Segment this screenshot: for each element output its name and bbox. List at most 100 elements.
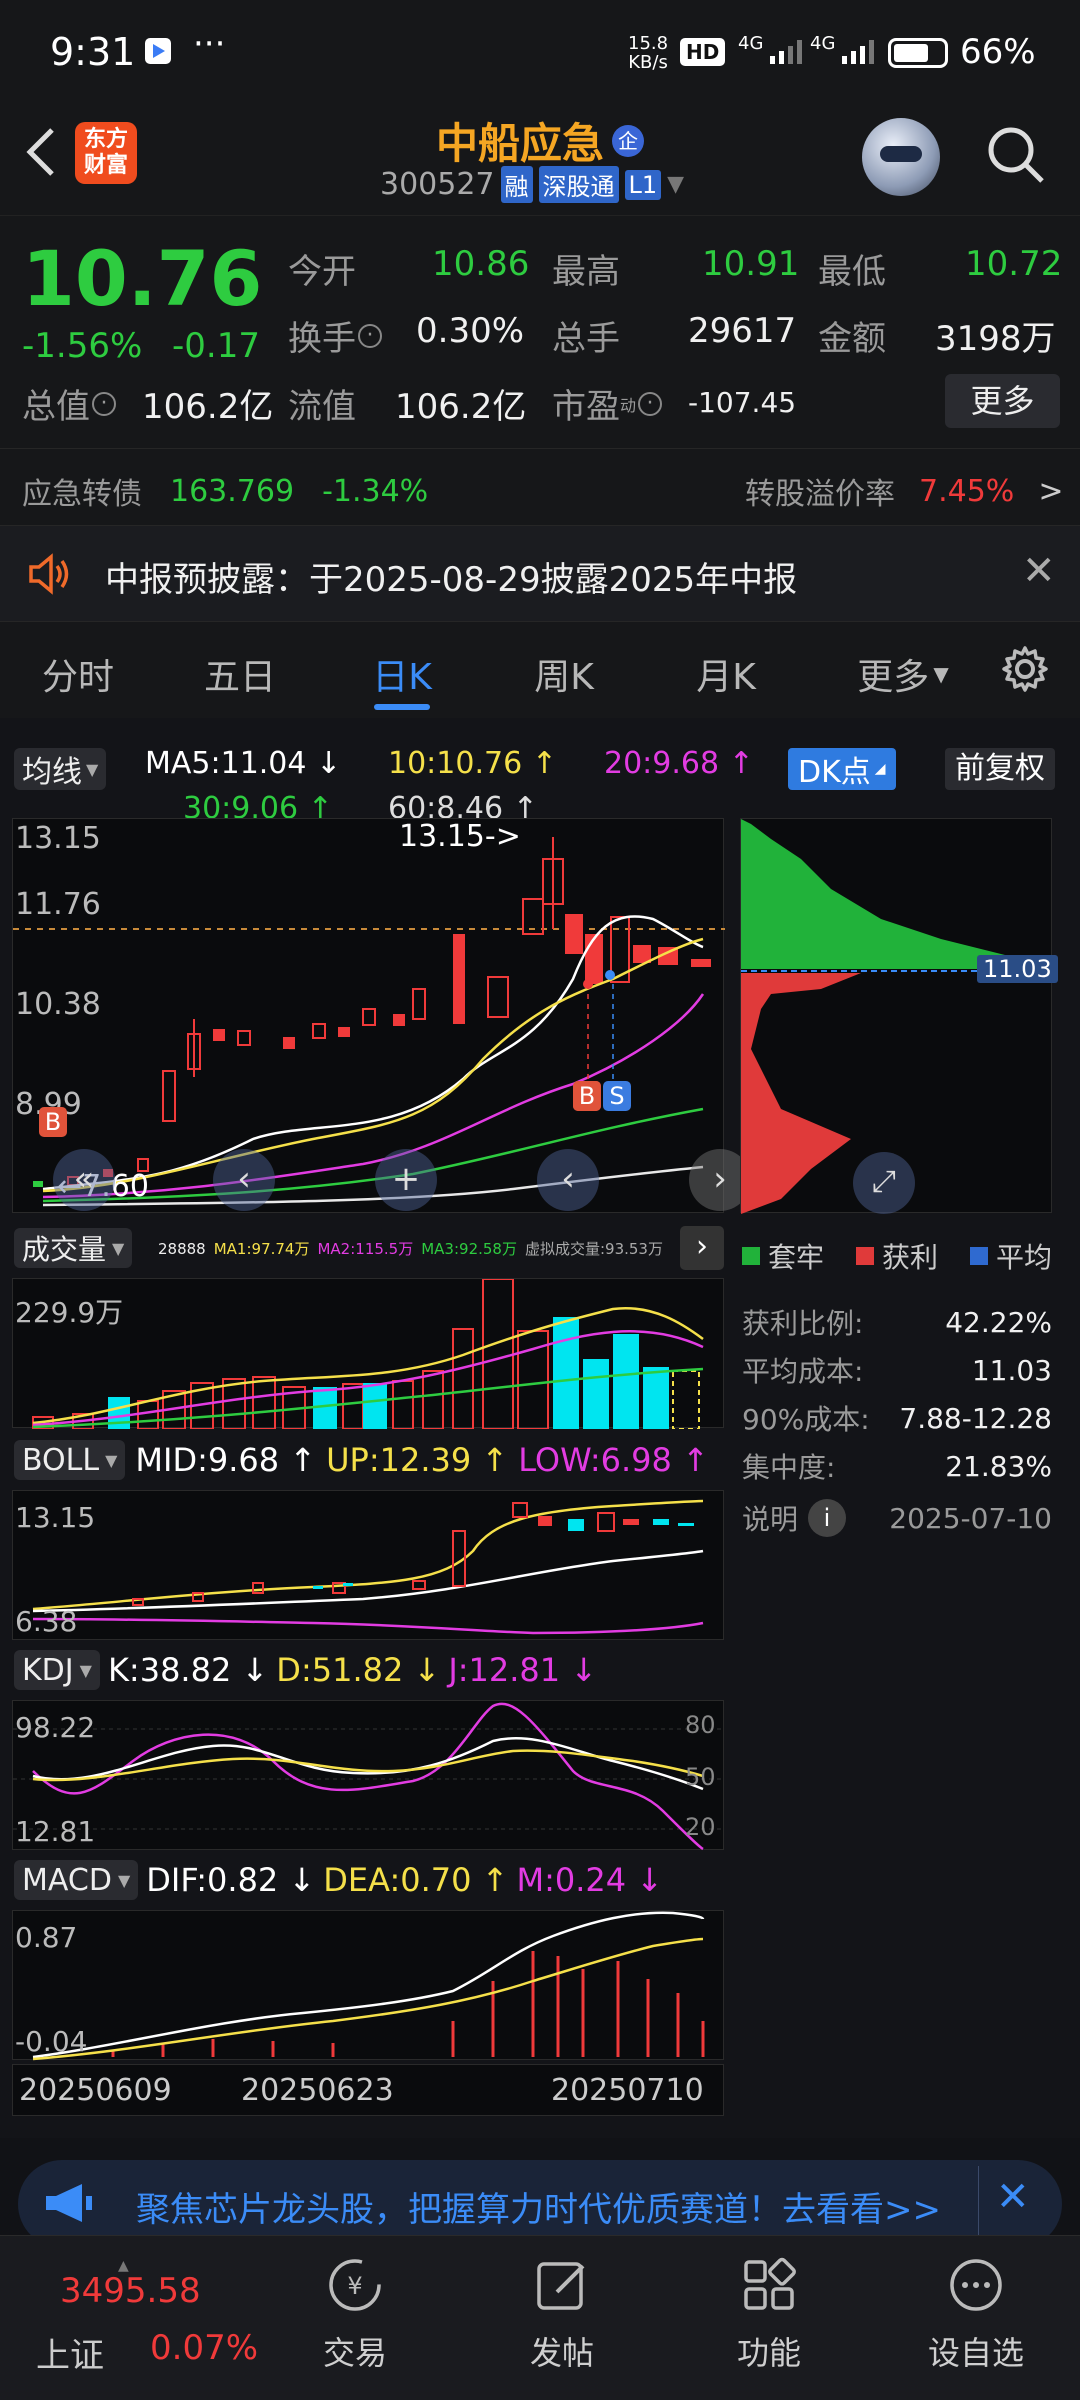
promo-text: 聚焦芯片龙头股，把握算力时代优质赛道！去看看>> (136, 2190, 941, 2230)
pan-left-icon[interactable]: ‹ (213, 1149, 275, 1211)
close-icon[interactable]: ✕ (996, 2174, 1030, 2220)
kdj-legend: KDJ ▼ K:38.82 ↓ D:51.82 ↓ J:12.81 ↓ (14, 1650, 597, 1690)
more-button[interactable]: 更多 (945, 374, 1060, 428)
dropdown-icon[interactable]: ▼ (667, 172, 684, 197)
high-value: 10.91 (702, 244, 800, 284)
signal-bars-icon-2 (842, 40, 874, 64)
chip-distribution[interactable]: 11.03 ⤢ (740, 818, 1058, 1214)
ma5-value: MA5:11.04 ↓ (145, 746, 342, 781)
nav-watchlist[interactable]: 设自选 (901, 2256, 1051, 2374)
status-more-icon: ··· (193, 24, 226, 64)
float-value: 106.2亿 (395, 387, 527, 427)
volume-panel[interactable]: 229.9万 (12, 1278, 724, 1429)
level-tag[interactable]: L1 (624, 169, 662, 200)
nav-post[interactable]: 发帖 (487, 2256, 637, 2374)
robot-avatar-icon[interactable] (862, 118, 940, 196)
tab-daily-k[interactable]: 日K (342, 648, 462, 700)
hd-icon: HD (680, 38, 726, 66)
caret-down-icon: ▼ (86, 759, 99, 779)
chip-note-row[interactable]: 说明 i 2025-07-10 (742, 1498, 1052, 1538)
buy-marker-left[interactable]: B (39, 1107, 67, 1137)
bond-change: -1.34% (322, 473, 429, 509)
stock-title[interactable]: 中船应急 企 (436, 110, 645, 171)
nav-trade[interactable]: ¥ 交易 (280, 2256, 430, 2374)
gear-icon[interactable] (1000, 644, 1050, 698)
kdj-grid-20: 20 (685, 1813, 716, 1841)
connect-tag: 深股通 (538, 166, 619, 203)
tab-five-day[interactable]: 五日 (180, 648, 300, 700)
sell-marker[interactable]: S (603, 1081, 631, 1111)
info-icon: · (358, 323, 382, 348)
y-label-2: 11.76 (15, 887, 101, 922)
brand-logo[interactable]: 东方 财富 (75, 122, 137, 184)
candles (33, 837, 711, 1187)
back-button[interactable] (22, 124, 58, 193)
ma10-value: 10:10.76 ↑ (388, 746, 557, 781)
search-icon[interactable] (985, 124, 1047, 190)
mcap-label[interactable]: 总值 · (22, 379, 116, 428)
stock-tags: 300527 融 深股通 L1 ▼ (380, 166, 684, 203)
tab-monthly-k[interactable]: 月K (666, 648, 786, 700)
last-price: 10.76 (22, 234, 263, 323)
high-pointer: 13.15-> (399, 819, 521, 854)
macd-panel[interactable]: 0.87 -0.04 (12, 1910, 724, 2061)
boll-selector[interactable]: BOLL ▼ (14, 1440, 126, 1480)
caret-icon: ◢ (874, 761, 886, 777)
margin-tag: 融 (500, 166, 533, 203)
boll-legend: BOLL ▼ MID:9.68 ↑ UP:12.39 ↑ LOW:6.98 ↑ (14, 1440, 709, 1480)
expand-right-icon[interactable]: › (680, 1226, 724, 1270)
premium-row[interactable]: 转股溢价率 7.45% > (745, 469, 1063, 513)
chip-stats: 获利比例: 42.22% 平均成本: 11.03 90%成本: 7.88-12.28 … (742, 1305, 1052, 1485)
notice-text: 中报预披露：于2025-08-29披露2025年中报 (105, 560, 798, 600)
ma20-value: 20:9.68 ↑ (604, 746, 754, 781)
mcap-value: 106.2亿 (142, 387, 274, 427)
active-tab-indicator (374, 704, 430, 710)
bond-price: 163.769 (170, 473, 295, 509)
stock-code: 300527 (380, 167, 495, 202)
pe-value: -107.45 (688, 386, 797, 419)
adjust-button[interactable]: 前复权 (945, 748, 1055, 790)
caret-down-icon: ▼ (79, 1660, 92, 1680)
yen-cycle-icon: ¥ (329, 2259, 381, 2311)
zoom-in-icon[interactable]: + (375, 1149, 437, 1211)
high-label: 最高 (552, 252, 620, 292)
volume-legend: 28888 MA1:97.74万 MA2:115.5万 MA3:92.58万 虚… (158, 1239, 663, 1259)
tab-intraday[interactable]: 分时 (18, 648, 138, 700)
notice-bar[interactable]: 中报预披露：于2025-08-29披露2025年中报 ✕ (0, 525, 1080, 622)
ma-selector[interactable]: 均线 ▼ (14, 748, 107, 790)
y-label-top: 13.15 (15, 821, 101, 856)
kline-panel[interactable]: 13.15 11.76 10.38 8.99 13.15-> ←7.60 S B… (12, 818, 751, 1213)
chip-date: 2025-07-10 (889, 1501, 1052, 1535)
play-icon (145, 38, 171, 64)
tab-weekly-k[interactable]: 周K (504, 648, 624, 700)
close-icon[interactable]: ✕ (1022, 548, 1056, 594)
low-value: 10.72 (965, 244, 1063, 284)
macd-selector[interactable]: MACD ▼ (14, 1860, 139, 1900)
buy-marker-b[interactable]: B (573, 1081, 601, 1111)
pe-label[interactable]: 市盈动 · (552, 379, 663, 428)
edit-icon (537, 2262, 585, 2310)
convertible-bond-row[interactable]: 应急转债 163.769 -1.34% (22, 469, 428, 513)
boll-panel[interactable]: 13.15 6.38 (12, 1490, 724, 1640)
more-circle-icon (950, 2259, 1002, 2311)
kdj-selector[interactable]: KDJ ▼ (14, 1650, 100, 1690)
caret-down-icon: ▼ (933, 662, 949, 686)
zoom-out-icon[interactable]: « (53, 1149, 115, 1211)
expand-icon[interactable]: ⤢ (853, 1152, 915, 1214)
chip-legend: 套牢 获利 平均 (742, 1236, 1052, 1276)
volume-selector[interactable]: 成交量 ▼ (14, 1228, 133, 1268)
caret-down-icon: ▼ (117, 1870, 131, 1890)
tab-more[interactable]: 更多 ▼ (828, 648, 978, 700)
avg-cost-tag: 11.03 (977, 955, 1058, 983)
pan-right-icon[interactable]: ‹ (537, 1149, 599, 1211)
macd-y-bottom: -0.04 (15, 2025, 88, 2058)
dk-point-button[interactable]: DK点 ◢ (788, 748, 896, 790)
index-value[interactable]: 3495.58 (60, 2271, 201, 2311)
quote-panel: 10.76 -1.56% -0.17 今开 10.86 最高 10.91 最低 … (0, 215, 1080, 525)
volume-value: 29617 (688, 311, 797, 351)
kdj-panel[interactable]: 98.22 12.81 80 50 20 (12, 1700, 725, 1851)
turnover-label[interactable]: 换手 · (288, 311, 382, 360)
nav-functions[interactable]: 功能 (694, 2256, 844, 2374)
index-change: 0.07% (150, 2328, 259, 2368)
info-icon: · (638, 391, 663, 416)
